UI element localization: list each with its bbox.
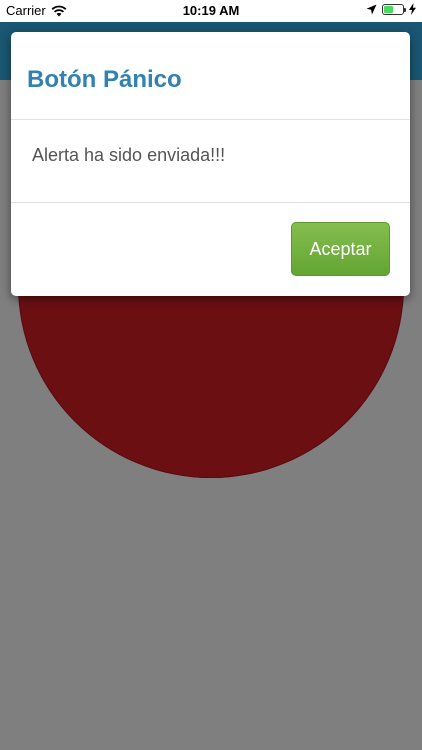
- accept-button[interactable]: Aceptar: [291, 222, 390, 276]
- alert-dialog: Botón Pánico Alerta ha sido enviada!!! A…: [11, 32, 410, 296]
- dialog-divider-bottom: [11, 202, 410, 203]
- dialog-message: Alerta ha sido enviada!!!: [32, 145, 226, 165]
- location-icon: [366, 4, 377, 15]
- dialog-title: Botón Pánico: [27, 66, 182, 93]
- status-bar: Carrier 10:19 AM: [0, 0, 422, 22]
- status-time: 10:19 AM: [182, 3, 240, 18]
- dialog-divider-top: [11, 119, 410, 120]
- battery-icon: [382, 3, 406, 15]
- status-right: [366, 3, 416, 15]
- bolt-icon: [409, 3, 416, 15]
- battery-fill: [384, 5, 393, 13]
